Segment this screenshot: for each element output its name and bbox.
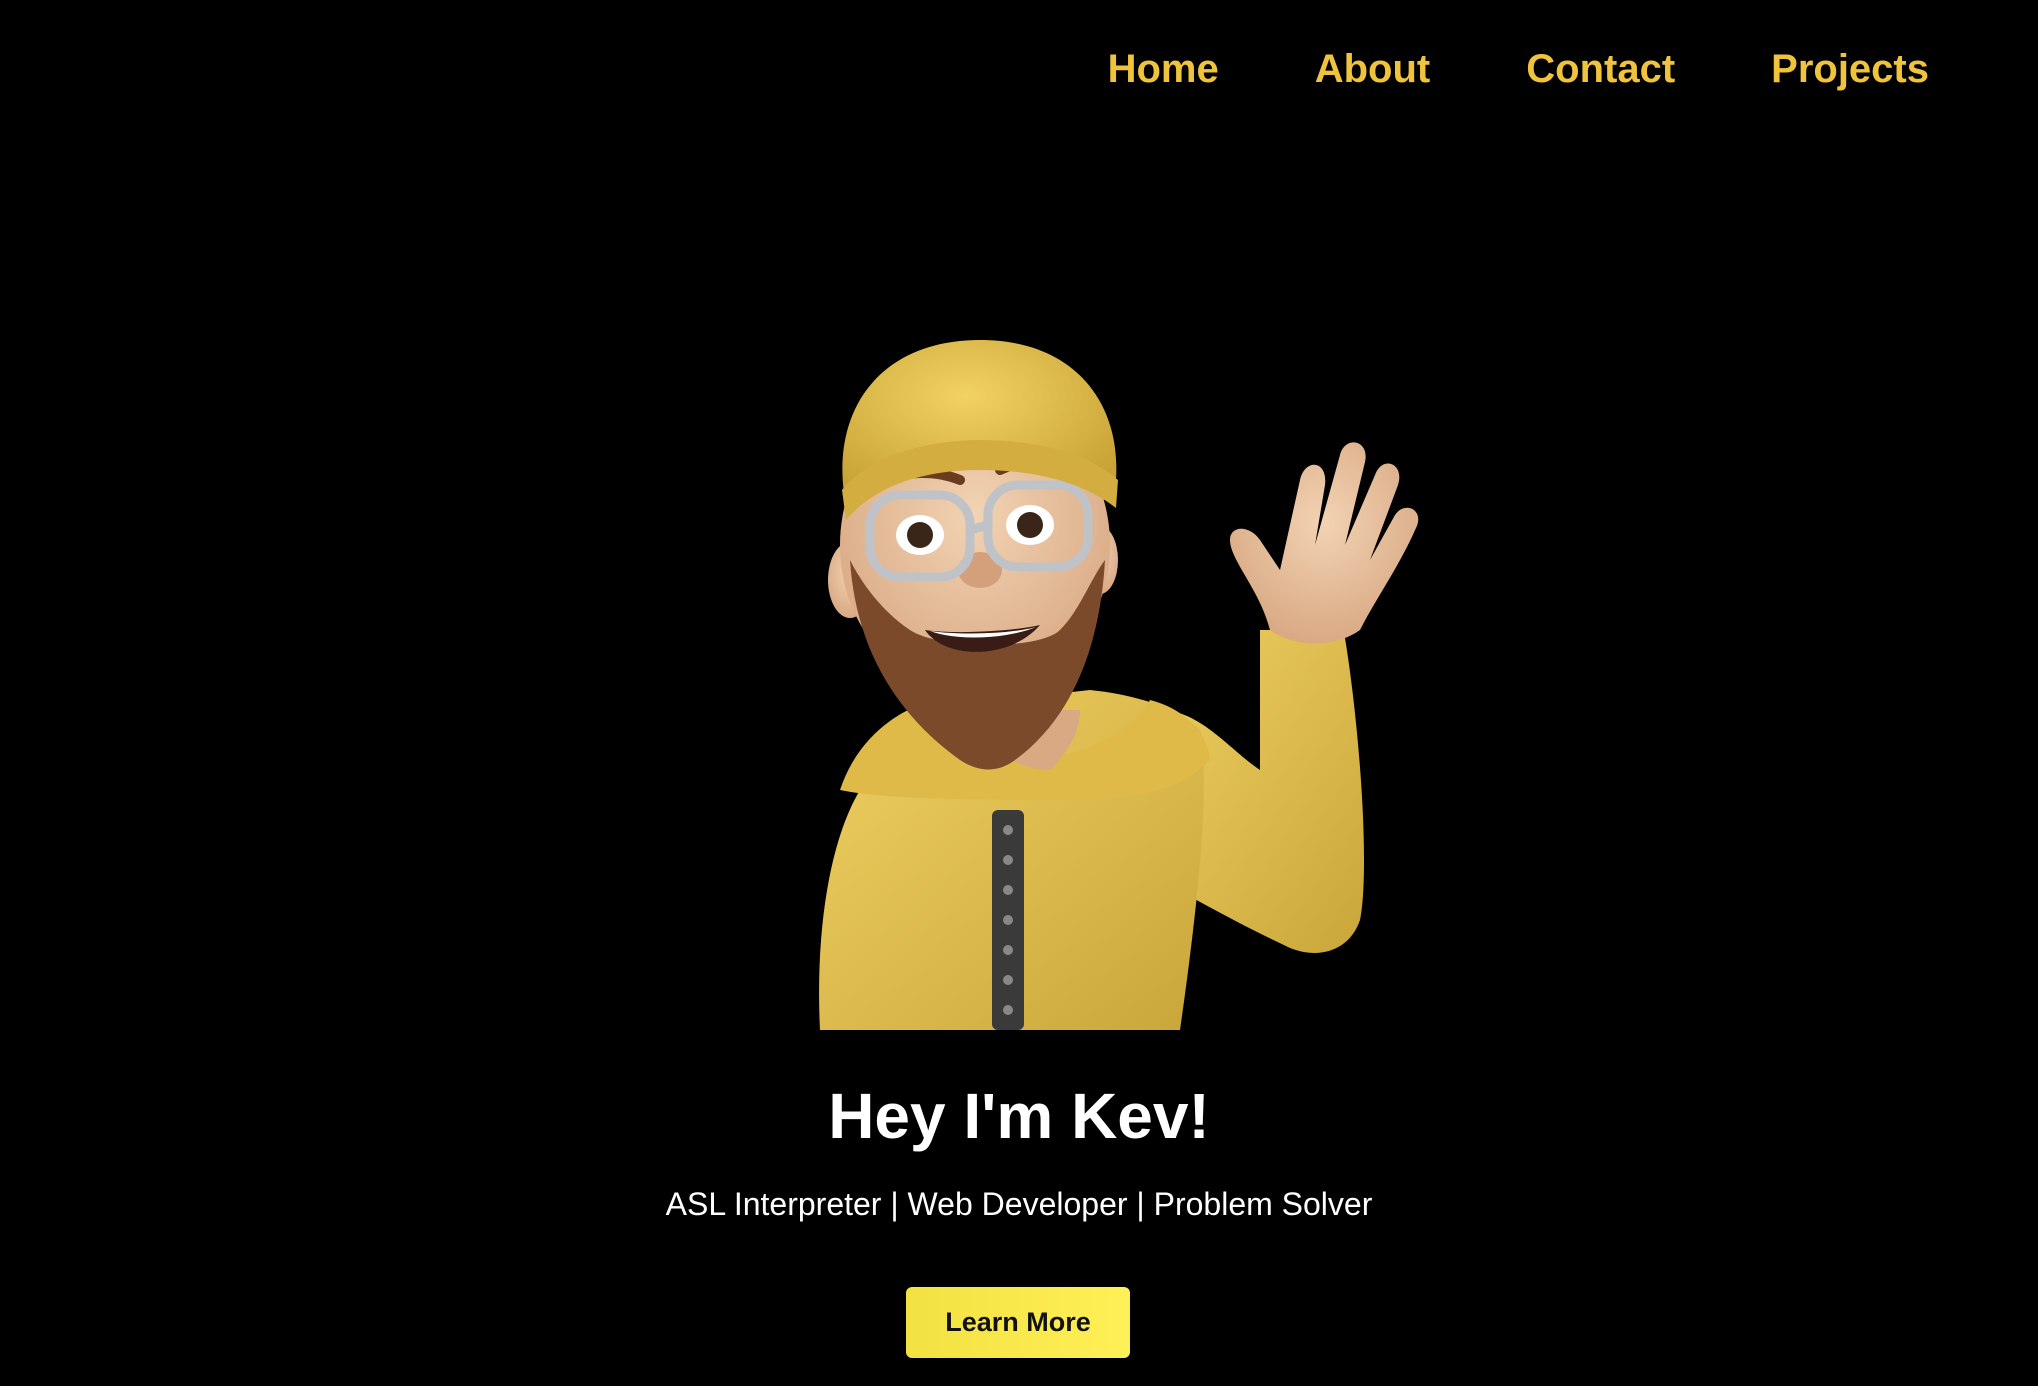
waving-hand (1230, 442, 1419, 644)
hero-tagline: ASL Interpreter | Web Developer | Proble… (665, 1186, 1373, 1222)
learn-more-button[interactable]: Learn More (906, 1287, 1130, 1358)
nav-contact-link[interactable]: Contact (1526, 44, 1675, 94)
nav-about-link[interactable]: About (1315, 44, 1431, 94)
nav-projects-link[interactable]: Projects (1771, 44, 1929, 94)
nav-home-link[interactable]: Home (1108, 44, 1219, 94)
hero-title: Hey I'm Kev! (828, 1080, 1210, 1152)
main-nav: Home About Contact Projects (1108, 44, 1929, 94)
memoji-avatar-image (819, 340, 1419, 1030)
